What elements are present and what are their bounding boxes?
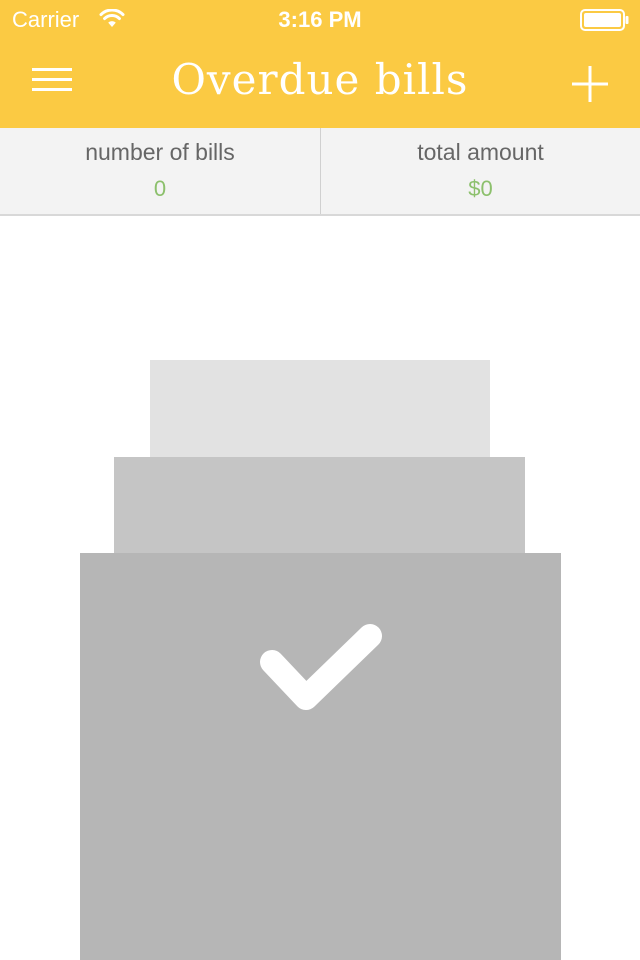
bills-count-cell: number of bills 0 xyxy=(0,128,320,214)
page-title: Overdue bills xyxy=(171,55,469,104)
summary-bar: number of bills 0 total amount $0 xyxy=(0,128,640,216)
status-time: 3:16 PM xyxy=(278,7,362,32)
plus-icon[interactable] xyxy=(566,60,614,108)
screen: Carrier 3:16 PM Overdue bills number of … xyxy=(0,0,640,960)
total-amount-value: $0 xyxy=(468,176,493,201)
battery-icon xyxy=(580,9,629,31)
checkmark-icon xyxy=(260,624,382,710)
total-amount-label: total amount xyxy=(417,139,544,165)
bills-count-value: 0 xyxy=(153,176,167,201)
bill-stack-middle xyxy=(114,457,525,554)
header: Carrier 3:16 PM Overdue bills xyxy=(0,0,640,128)
bills-count-label: number of bills xyxy=(85,139,235,165)
status-bar: Carrier 3:16 PM xyxy=(0,0,640,40)
bill-stack-top xyxy=(150,360,490,457)
total-amount-cell: total amount $0 xyxy=(321,128,640,214)
nav-bar: Overdue bills xyxy=(0,40,640,128)
